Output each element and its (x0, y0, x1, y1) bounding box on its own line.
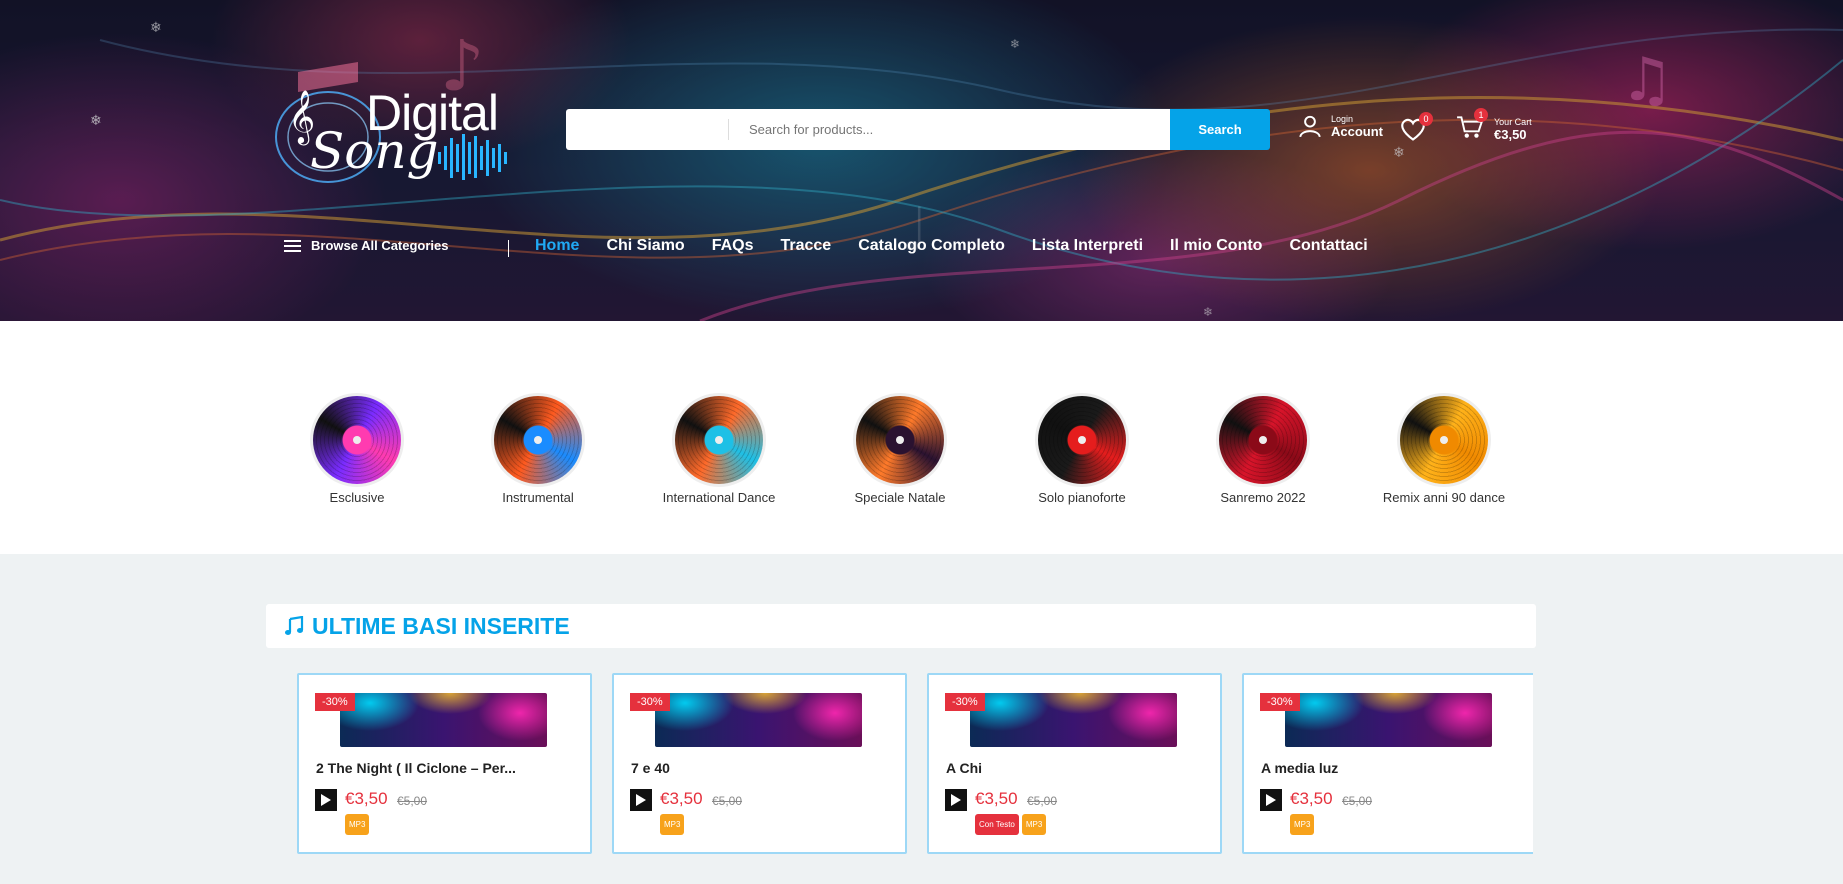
nav-item-home[interactable]: Home (535, 237, 579, 255)
cart-small-label: Your Cart (1494, 117, 1532, 127)
discount-badge: -30% (945, 693, 985, 711)
product-card[interactable]: -30% A Chi €3,50 €5,00 Con Testo MP3 (927, 673, 1222, 854)
search-input[interactable] (729, 109, 1170, 150)
product-price: €3,50 (345, 789, 388, 808)
play-icon (321, 794, 331, 806)
category-label: Esclusive (329, 490, 385, 505)
play-button[interactable] (315, 789, 337, 811)
search-category-select[interactable] (566, 109, 729, 150)
category-label: International Dance (662, 490, 776, 505)
category-item-esclusive[interactable]: Esclusive (272, 396, 442, 505)
product-title[interactable]: A Chi (946, 760, 982, 776)
hamburger-icon (284, 239, 301, 252)
product-thumbnail[interactable] (1285, 693, 1492, 747)
product-old-price: €5,00 (397, 794, 428, 808)
category-label: Speciale Natale (854, 490, 946, 505)
category-label: Instrumental (502, 490, 574, 505)
product-card[interactable]: -30% 7 e 40 €3,50 €5,00 MP3 (612, 673, 907, 854)
section-title: ULTIME BASI INSERITE (312, 612, 570, 639)
play-icon (951, 794, 961, 806)
account-link[interactable]: Login Account (1297, 113, 1383, 139)
category-strip: Esclusive Instrumental International Dan… (0, 321, 1843, 554)
product-thumbnail[interactable] (655, 693, 862, 747)
cart-count-badge: 1 (1474, 108, 1488, 122)
wishlist-count-badge: 0 (1419, 112, 1433, 126)
account-small-label: Login (1331, 113, 1354, 124)
site-logo[interactable]: 𝄞 Digital Song (268, 52, 528, 192)
product-price: €3,50 (660, 789, 703, 808)
category-item-international-dance[interactable]: International Dance (634, 396, 804, 505)
latest-section-header: ULTIME BASI INSERITE (266, 604, 1536, 648)
cart-total: €3,50 (1494, 127, 1527, 142)
music-note-icon (285, 616, 304, 635)
vinyl-disc-icon (856, 396, 944, 484)
vinyl-disc-icon (494, 396, 582, 484)
hero-header: ♫ ♪ ♩ ❄ ❄ ❄ ❄ ❄ 𝄞 Digital Song Search fo… (0, 0, 1843, 321)
search-bar: Search (566, 109, 1270, 150)
account-label: Account (1331, 123, 1383, 139)
vinyl-disc-icon (313, 396, 401, 484)
product-old-price: €5,00 (712, 794, 743, 808)
nav-item-contattaci[interactable]: Contattaci (1289, 237, 1367, 255)
user-icon (1299, 115, 1321, 138)
logo-text-script: Song (310, 122, 439, 180)
nav-item-catalogo[interactable]: Catalogo Completo (858, 237, 1005, 255)
nav-item-interpreti[interactable]: Lista Interpreti (1032, 237, 1143, 255)
nav-item-faqs[interactable]: FAQs (712, 237, 754, 255)
sound-wave-icon (438, 134, 507, 180)
product-old-price: €5,00 (1027, 794, 1058, 808)
discount-badge: -30% (630, 693, 670, 711)
product-tags: MP3 (660, 814, 685, 835)
nav-item-chi-siamo[interactable]: Chi Siamo (606, 237, 684, 255)
browse-label: Browse All Categories (311, 238, 449, 253)
play-button[interactable] (1260, 789, 1282, 811)
category-item-speciale-natale[interactable]: Speciale Natale (815, 396, 985, 505)
tag-badge: MP3 (1290, 814, 1315, 835)
category-item-instrumental[interactable]: Instrumental (453, 396, 623, 505)
product-card[interactable]: -30% 2 The Night ( Il Ciclone – Per... €… (297, 673, 592, 854)
tag-badge: MP3 (660, 814, 685, 835)
browse-categories-button[interactable]: Browse All Categories (284, 238, 449, 253)
product-thumbnail[interactable] (340, 693, 547, 747)
play-icon (1266, 794, 1276, 806)
tag-badge: MP3 (345, 814, 370, 835)
product-title[interactable]: 7 e 40 (631, 760, 670, 776)
product-old-price: €5,00 (1342, 794, 1373, 808)
discount-badge: -30% (315, 693, 355, 711)
play-icon (636, 794, 646, 806)
category-item-solo-pianoforte[interactable]: Solo pianoforte (997, 396, 1167, 505)
category-label: Solo pianoforte (1038, 490, 1126, 505)
discount-badge: -30% (1260, 693, 1300, 711)
vinyl-disc-icon (1219, 396, 1307, 484)
main-nav: Home Chi Siamo FAQs Tracce Catalogo Comp… (535, 237, 1368, 255)
cart-link[interactable]: 1 Your Cart €3,50 (1456, 108, 1532, 145)
wishlist-link[interactable]: 0 (1399, 112, 1433, 146)
product-price: €3,50 (1290, 789, 1333, 808)
search-button[interactable]: Search (1170, 109, 1270, 150)
product-card[interactable]: -30% A media luz €3,50 €5,00 MP3 (1242, 673, 1533, 854)
nav-divider (508, 240, 509, 257)
vinyl-disc-icon (675, 396, 763, 484)
product-tags: MP3 (1290, 814, 1315, 835)
play-button[interactable] (630, 789, 652, 811)
tag-badge: MP3 (1021, 814, 1047, 835)
product-price: €3,50 (975, 789, 1018, 808)
category-label: Remix anni 90 dance (1382, 490, 1506, 505)
play-button[interactable] (945, 789, 967, 811)
product-title[interactable]: A media luz (1261, 760, 1338, 776)
product-tags: MP3 (345, 814, 370, 835)
product-thumbnail[interactable] (970, 693, 1177, 747)
category-item-remix-90[interactable]: Remix anni 90 dance (1359, 396, 1529, 505)
category-label: Sanremo 2022 (1220, 490, 1306, 505)
nav-item-conto[interactable]: Il mio Conto (1170, 237, 1262, 255)
nav-item-tracce[interactable]: Tracce (780, 237, 831, 255)
vinyl-disc-icon (1400, 396, 1488, 484)
product-carousel: -30% 2 The Night ( Il Ciclone – Per... €… (297, 673, 1533, 884)
category-item-sanremo-2022[interactable]: Sanremo 2022 (1178, 396, 1348, 505)
tag-badge: Con Testo (975, 814, 1019, 835)
product-title[interactable]: 2 The Night ( Il Ciclone – Per... (316, 760, 516, 776)
product-tags: Con Testo MP3 (975, 814, 1047, 835)
vinyl-disc-icon (1038, 396, 1126, 484)
